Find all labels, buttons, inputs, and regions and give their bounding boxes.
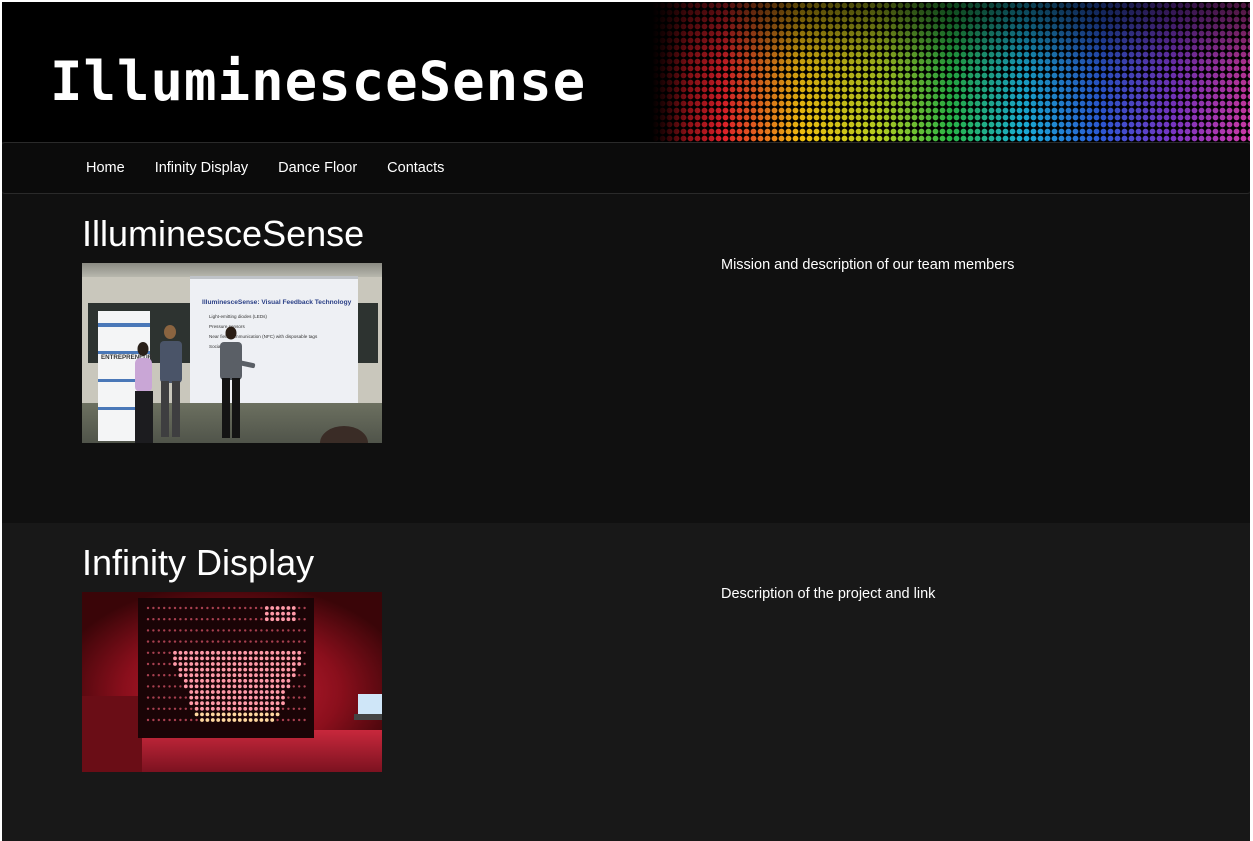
main-nav: Home Infinity Display Dance Floor Contac… (2, 142, 1250, 194)
slide-title: IlluminesceSense: Visual Feedback Techno… (202, 299, 352, 306)
section-description: Description of the project and link (721, 586, 936, 602)
section-infinity-display: Infinity Display Description of the proj… (2, 523, 1250, 841)
section-description: Mission and description of our team memb… (721, 257, 1015, 273)
nav-item-home[interactable]: Home (86, 160, 125, 176)
slide-bullet: Near field communication (NFC) with disp… (209, 334, 318, 339)
page-frame: IlluminesceSense Home Infinity Display D… (2, 2, 1250, 841)
section-illuminescesense: IlluminesceSense IlluminesceSense: Visua… (2, 194, 1250, 523)
team-presentation-photo: IlluminesceSense: Visual Feedback Techno… (82, 263, 382, 443)
section-title: IlluminesceSense (82, 213, 365, 254)
header-banner: IlluminesceSense (2, 2, 1250, 142)
nav-item-dance-floor[interactable]: Dance Floor (278, 160, 357, 176)
slide-bullet: Pressure sensors (209, 324, 245, 329)
site-logo[interactable]: IlluminesceSense (50, 50, 586, 114)
slide-bullet: Social (209, 344, 222, 349)
slide-bullet: Light-emitting diodes (LEDs) (209, 314, 267, 319)
section-title: Infinity Display (82, 542, 315, 583)
nav-list: Home Infinity Display Dance Floor Contac… (86, 143, 474, 193)
nav-item-infinity-display[interactable]: Infinity Display (155, 160, 248, 176)
infinity-display-photo (82, 592, 382, 772)
nav-item-contacts[interactable]: Contacts (387, 160, 444, 176)
led-rainbow-art (652, 2, 1250, 142)
